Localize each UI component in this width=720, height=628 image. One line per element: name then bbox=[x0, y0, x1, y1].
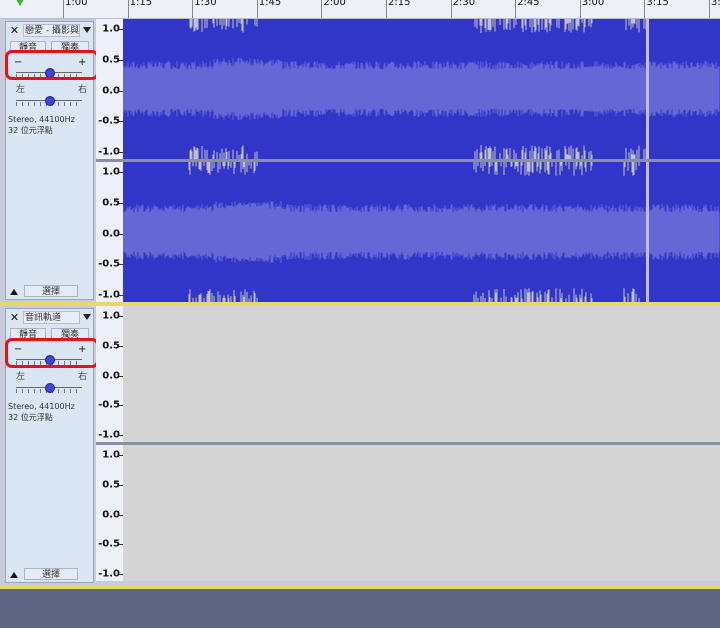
timeline-tick-mark bbox=[579, 0, 581, 18]
timeline-tick-mark bbox=[709, 0, 710, 18]
waveform-left-channel[interactable] bbox=[123, 19, 720, 159]
amplitude-tick-label: 1.0 bbox=[102, 310, 120, 322]
amplitude-tick-label: 0.0 bbox=[102, 509, 120, 520]
amplitude-scale-right-channel: 1.0 0.5 0.0 -0.5 -1.0 bbox=[96, 162, 123, 302]
track-format-depth: 32 位元浮點 bbox=[8, 413, 53, 422]
track-format-rate: Stereo, 44100Hz bbox=[8, 402, 75, 411]
pan-left-label: 左 bbox=[16, 372, 26, 382]
amplitude-tick-label: -0.5 bbox=[98, 399, 120, 411]
amplitude-tick-label: -1.0 bbox=[98, 568, 120, 580]
timeline-tick-mark bbox=[515, 0, 517, 18]
amplitude-tick-label: -1.0 bbox=[98, 289, 120, 301]
play-position-marker-icon[interactable] bbox=[14, 0, 26, 6]
timeline-tick-label: 3:15 bbox=[646, 0, 669, 8]
audio-track-2: ✕ 音訊軌道 靜音 獨奏 − + 左 右 Stereo, 44100Hz 32 … bbox=[0, 304, 720, 589]
track-menu-dropdown-icon[interactable] bbox=[83, 314, 91, 320]
amplitude-tick-label: 0.5 bbox=[102, 197, 120, 209]
pan-right-label: 右 bbox=[78, 85, 88, 95]
timeline-tick-mark bbox=[644, 0, 646, 18]
track-format-info: Stereo, 44100Hz 32 位元浮點 bbox=[8, 114, 75, 136]
track-format-info: Stereo, 44100Hz 32 位元浮點 bbox=[8, 401, 75, 423]
amplitude-tick-label: 1.0 bbox=[102, 166, 120, 178]
track-format-rate: Stereo, 44100Hz bbox=[8, 115, 75, 124]
pan-slider[interactable] bbox=[16, 96, 82, 106]
gain-slider-highlight bbox=[5, 338, 99, 368]
close-track-button[interactable]: ✕ bbox=[8, 311, 21, 324]
audio-track-1: ✕ 戀愛 - 攝影與印 靜音 獨奏 − + 左 右 Stereo, 44100H… bbox=[0, 19, 720, 305]
pan-right-label: 右 bbox=[78, 372, 88, 382]
pan-slider-knob[interactable] bbox=[45, 383, 55, 393]
amplitude-tick-label: 0.0 bbox=[102, 370, 120, 381]
timeline-tick-label: 2:00 bbox=[323, 0, 346, 8]
amplitude-tick-label: -0.5 bbox=[98, 258, 120, 270]
timeline-tick-label: 3:00 bbox=[581, 0, 605, 8]
timeline-tick-label: 1:45 bbox=[258, 0, 282, 8]
amplitude-tick-label: -0.5 bbox=[98, 538, 120, 550]
timeline-tick-mark bbox=[321, 0, 323, 18]
track-menu-dropdown-icon[interactable] bbox=[83, 27, 91, 33]
amplitude-tick-label: 1.0 bbox=[102, 449, 120, 461]
timeline-tick-label: 1:15 bbox=[129, 0, 153, 8]
amplitude-tick-label: 0.5 bbox=[102, 479, 120, 491]
amplitude-tick-label: 1.0 bbox=[102, 23, 120, 35]
empty-waveform-left-channel[interactable] bbox=[123, 306, 720, 442]
amplitude-tick-label: 0.0 bbox=[102, 85, 120, 96]
amplitude-scale-right-channel: 1.0 0.5 0.0 -0.5 -1.0 bbox=[96, 445, 123, 581]
pan-slider-knob[interactable] bbox=[45, 96, 55, 106]
amplitude-tick-label: -1.0 bbox=[98, 146, 120, 158]
amplitude-tick-label: 0.0 bbox=[102, 228, 120, 239]
timeline-tick-mark bbox=[386, 0, 387, 18]
amplitude-tick-label: -1.0 bbox=[98, 429, 120, 441]
timeline-tick-mark bbox=[127, 0, 129, 18]
pan-slider[interactable] bbox=[16, 383, 82, 393]
select-track-button[interactable]: 選擇 bbox=[24, 568, 78, 580]
timeline-tick-label: 3:30 bbox=[711, 0, 720, 8]
timeline-tick-label: 1:30 bbox=[194, 0, 217, 8]
waveform-left-svg bbox=[123, 19, 720, 159]
select-track-button[interactable]: 選擇 bbox=[24, 285, 78, 297]
close-track-button[interactable]: ✕ bbox=[8, 24, 21, 37]
waveform-gap bbox=[646, 162, 649, 302]
amplitude-scale-left-channel: 1.0 0.5 0.0 -0.5 -1.0 bbox=[96, 19, 123, 159]
track-name-button[interactable]: 音訊軌道 bbox=[23, 311, 80, 324]
waveform-gap bbox=[646, 19, 649, 159]
timeline-tick-label: 2:45 bbox=[517, 0, 540, 8]
waveform-right-svg bbox=[123, 162, 720, 302]
empty-waveform-right-channel[interactable] bbox=[123, 445, 720, 581]
timeline-tick-mark bbox=[63, 0, 64, 18]
amplitude-tick-label: 0.5 bbox=[102, 340, 120, 352]
timeline-ruler[interactable]: 1:00 1:15 1:30 1:45 2:00 2:15 2:30 2:45 3:00 3:15… bbox=[0, 0, 720, 19]
amplitude-tick-label: 0.5 bbox=[102, 54, 120, 66]
timeline-tick-label: 1:00 bbox=[65, 0, 88, 8]
collapse-track-icon[interactable] bbox=[10, 289, 18, 295]
track-name-button[interactable]: 戀愛 - 攝影與印 bbox=[23, 24, 80, 37]
timeline-tick-mark bbox=[256, 0, 258, 18]
amplitude-tick-label: -0.5 bbox=[98, 115, 120, 127]
timeline-tick-label: 2:30 bbox=[452, 0, 476, 8]
amplitude-scale-left-channel: 1.0 0.5 0.0 -0.5 -1.0 bbox=[96, 306, 123, 442]
timeline-tick-mark bbox=[450, 0, 452, 18]
timeline-tick-label: 2:15 bbox=[388, 0, 411, 8]
pan-left-label: 左 bbox=[16, 85, 26, 95]
collapse-track-icon[interactable] bbox=[10, 572, 18, 578]
timeline-tick-mark bbox=[192, 0, 194, 18]
waveform-right-channel[interactable] bbox=[123, 162, 720, 302]
track-format-depth: 32 位元浮點 bbox=[8, 126, 53, 135]
gain-slider-highlight bbox=[5, 50, 99, 80]
